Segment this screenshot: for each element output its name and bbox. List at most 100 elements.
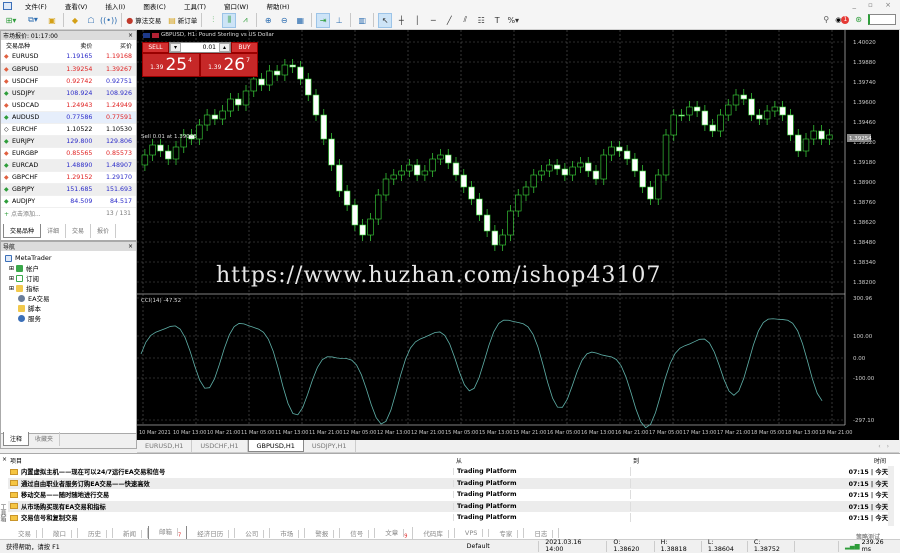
toolbox-tab[interactable]: 敞口 xyxy=(43,528,78,538)
notifications-icon[interactable]: ◉ 1 xyxy=(835,15,850,24)
market-watch-row[interactable]: ◆ EURJPY 129.800 129.806 xyxy=(1,135,136,148)
market-watch-row[interactable]: ◆ USDJPY 108.924 108.926 xyxy=(1,87,136,100)
menu-insert[interactable]: 插入(I) xyxy=(96,1,134,11)
nav-scripts[interactable]: 脚本 xyxy=(5,303,132,313)
tab-ticks[interactable]: 报价 xyxy=(91,224,117,238)
market-watch-row[interactable]: ◆ GBPUSD 1.39254 1.39267 xyxy=(1,63,136,76)
column-header-bid[interactable]: 卖价 xyxy=(57,40,97,51)
menu-tools[interactable]: 工具(T) xyxy=(175,1,215,11)
window-controls[interactable]: _ ▫ × xyxy=(852,1,896,9)
cursor-tool[interactable]: ↖ xyxy=(378,12,393,28)
zoom-in-icon[interactable]: ⊕ xyxy=(261,13,275,28)
toolbox-tab[interactable]: 交易 xyxy=(8,528,43,538)
mail-row[interactable]: 通过自由职业者服务订购EA交易——快速高效 Trading Platform 0… xyxy=(8,477,894,489)
column-header-ask[interactable]: 买价 xyxy=(96,40,136,51)
market-watch-row[interactable]: ◆ USDCAD 1.24943 1.24949 xyxy=(1,99,136,112)
vertical-line-tool[interactable]: │ xyxy=(410,13,424,28)
market-watch-button[interactable]: ▣ xyxy=(45,13,59,28)
nav-root[interactable]: MetaTrader xyxy=(5,253,132,263)
lot-size-input[interactable]: 0.01 xyxy=(181,43,219,52)
text-tool[interactable]: T xyxy=(490,13,504,28)
market-watch-row[interactable]: ◆ AUDUSD 0.77586 0.77591 xyxy=(1,111,136,124)
column-header-time[interactable]: 时间 xyxy=(874,456,886,465)
chart-shift-button[interactable]: ⊥ xyxy=(332,13,346,28)
column-header-symbol[interactable]: 交易品种 xyxy=(1,40,57,51)
mail-row[interactable]: 移动交易——随时随地进行交易 Trading Platform 07:15 | … xyxy=(8,489,894,501)
tab-favorites[interactable]: 收藏夹 xyxy=(29,432,61,446)
column-header-to[interactable]: 到 xyxy=(630,456,892,465)
toolbox-tab[interactable]: 邮箱 7 xyxy=(148,525,188,541)
zoom-out-icon[interactable]: ⊖ xyxy=(277,13,291,28)
expand-icon[interactable]: ⊞ xyxy=(9,275,14,282)
nav-accounts[interactable]: ⊞ 帐户 xyxy=(5,263,132,273)
toolbox-tab[interactable]: VPS xyxy=(455,529,490,537)
tab-common[interactable]: 注释 xyxy=(3,432,30,446)
crosshair-tool[interactable]: ┼ xyxy=(394,13,408,28)
templates-button[interactable]: ▥ xyxy=(355,13,369,28)
mail-row[interactable]: 内置虚拟主机——现在可以24/7运行EA交易和信号 Trading Platfo… xyxy=(8,466,894,478)
close-icon[interactable]: × xyxy=(128,32,136,39)
column-header-subject[interactable]: 项目 xyxy=(8,456,453,465)
mail-row[interactable]: 交易信号和复制交易 Trading Platform 07:15 | 今天 xyxy=(8,512,894,524)
market-watch-row[interactable]: ◇ EURCHF 1.10522 1.10530 xyxy=(1,123,136,136)
toolbox-tab[interactable]: 专家 xyxy=(489,528,525,538)
tab-symbols[interactable]: 交易品种 xyxy=(3,224,42,238)
toolbox-tab[interactable]: 日志 xyxy=(524,528,560,538)
toolbox-tab[interactable]: 文章 9 xyxy=(375,526,414,540)
market-watch-row[interactable]: ◆ EURGBP 0.85565 0.85573 xyxy=(1,147,136,160)
nav-services[interactable]: 服务 xyxy=(5,313,132,323)
toolbox-tab[interactable]: 信号 xyxy=(340,528,376,538)
auto-scroll-button[interactable]: ⇥ xyxy=(316,12,331,28)
menu-view[interactable]: 查看(V) xyxy=(56,1,97,11)
fibonacci-tool[interactable]: ☷ xyxy=(474,13,488,28)
signals-button[interactable]: ((•)) xyxy=(100,13,117,28)
community-icon[interactable]: ⊛ xyxy=(855,15,862,24)
market-watch-row[interactable]: ◆ AUDJPY 84.509 84.517 xyxy=(1,195,136,208)
line-chart-button[interactable]: ⩘ xyxy=(238,13,252,28)
menu-help[interactable]: 帮助(H) xyxy=(258,1,299,11)
market-watch-row[interactable]: ◆ EURUSD 1.19165 1.19168 xyxy=(1,51,136,64)
add-symbol-row[interactable]: + 点击添加... 13 / 131 xyxy=(1,208,136,220)
price-chart[interactable]: 1.400201.398801.397401.396001.394601.393… xyxy=(137,30,899,440)
nav-indicators[interactable]: ⊞ 指标 xyxy=(5,283,132,293)
tab-trading[interactable]: 交易 xyxy=(66,224,92,238)
close-icon[interactable]: × xyxy=(2,456,7,463)
algo-trading-button[interactable]: ● 算法交易 xyxy=(126,13,161,28)
search-input[interactable] xyxy=(868,14,896,25)
market-watch-row[interactable]: ◆ EURCAD 1.48890 1.48907 xyxy=(1,159,136,172)
profiles-button[interactable]: ⧉▾ xyxy=(23,13,43,28)
sell-button[interactable]: SELL xyxy=(142,42,169,53)
shapes-dropdown[interactable]: %▾ xyxy=(506,13,520,28)
mail-row[interactable]: 从市场购买现有EA交易和指标 Trading Platform 07:15 | … xyxy=(8,500,894,512)
chart-tab-gbpusd[interactable]: GBPUSD,H1 xyxy=(247,440,304,452)
toolbox-tab[interactable]: 代码库 xyxy=(413,528,455,538)
market-watch-row[interactable]: ◆ GBPJPY 151.685 151.693 xyxy=(1,183,136,196)
expand-icon[interactable]: ⊞ xyxy=(9,265,14,272)
toolbox-tab[interactable]: 警报 xyxy=(305,528,341,538)
menu-file[interactable]: 文件(F) xyxy=(16,1,56,11)
tab-scroll-arrows[interactable]: ‹› xyxy=(874,440,899,452)
chart-tab-usdchf[interactable]: USDCHF,H1 xyxy=(192,440,248,452)
lot-size-stepper[interactable]: ▾ 0.01 ▴ xyxy=(169,42,231,53)
market-watch-row[interactable]: ◆ GBPCHF 1.29152 1.29170 xyxy=(1,171,136,184)
new-chart-button[interactable]: ⊞▾ xyxy=(1,13,21,28)
buy-price[interactable]: 1.39 26 7 xyxy=(200,53,258,77)
horizontal-line-tool[interactable]: ─ xyxy=(426,13,440,28)
new-order-button[interactable]: ▤ 新订单 xyxy=(168,13,197,28)
nav-subscriptions[interactable]: ⊞ 订阅 xyxy=(5,273,132,283)
market-watch-row[interactable]: ◆ USDCHF 0.92742 0.92751 xyxy=(1,75,136,88)
trendline-tool[interactable]: ╱ xyxy=(442,13,456,28)
menu-charts[interactable]: 图表(C) xyxy=(134,1,175,11)
column-header-from[interactable]: 从 xyxy=(453,456,630,465)
candlestick-button[interactable]: ⫼ xyxy=(222,12,237,28)
sell-price[interactable]: 1.39 25 4 xyxy=(142,53,200,77)
mailbox-scrollbar[interactable] xyxy=(888,466,894,526)
toolbox-tab[interactable]: 新闻 xyxy=(113,528,148,538)
chart-window[interactable]: 1.40020 1.39880 1.39740 1.39600 1.39460 1.393… xyxy=(137,30,899,440)
expand-icon[interactable]: ⊞ xyxy=(9,285,14,292)
data-window-button[interactable]: ☖ xyxy=(84,13,98,28)
channel-tool[interactable]: ⫽ xyxy=(458,13,472,28)
toolbox-tab[interactable]: 历史 xyxy=(78,528,113,538)
tile-windows-button[interactable]: ▦ xyxy=(293,13,307,28)
toolbox-tab[interactable]: 公司 xyxy=(235,528,271,538)
